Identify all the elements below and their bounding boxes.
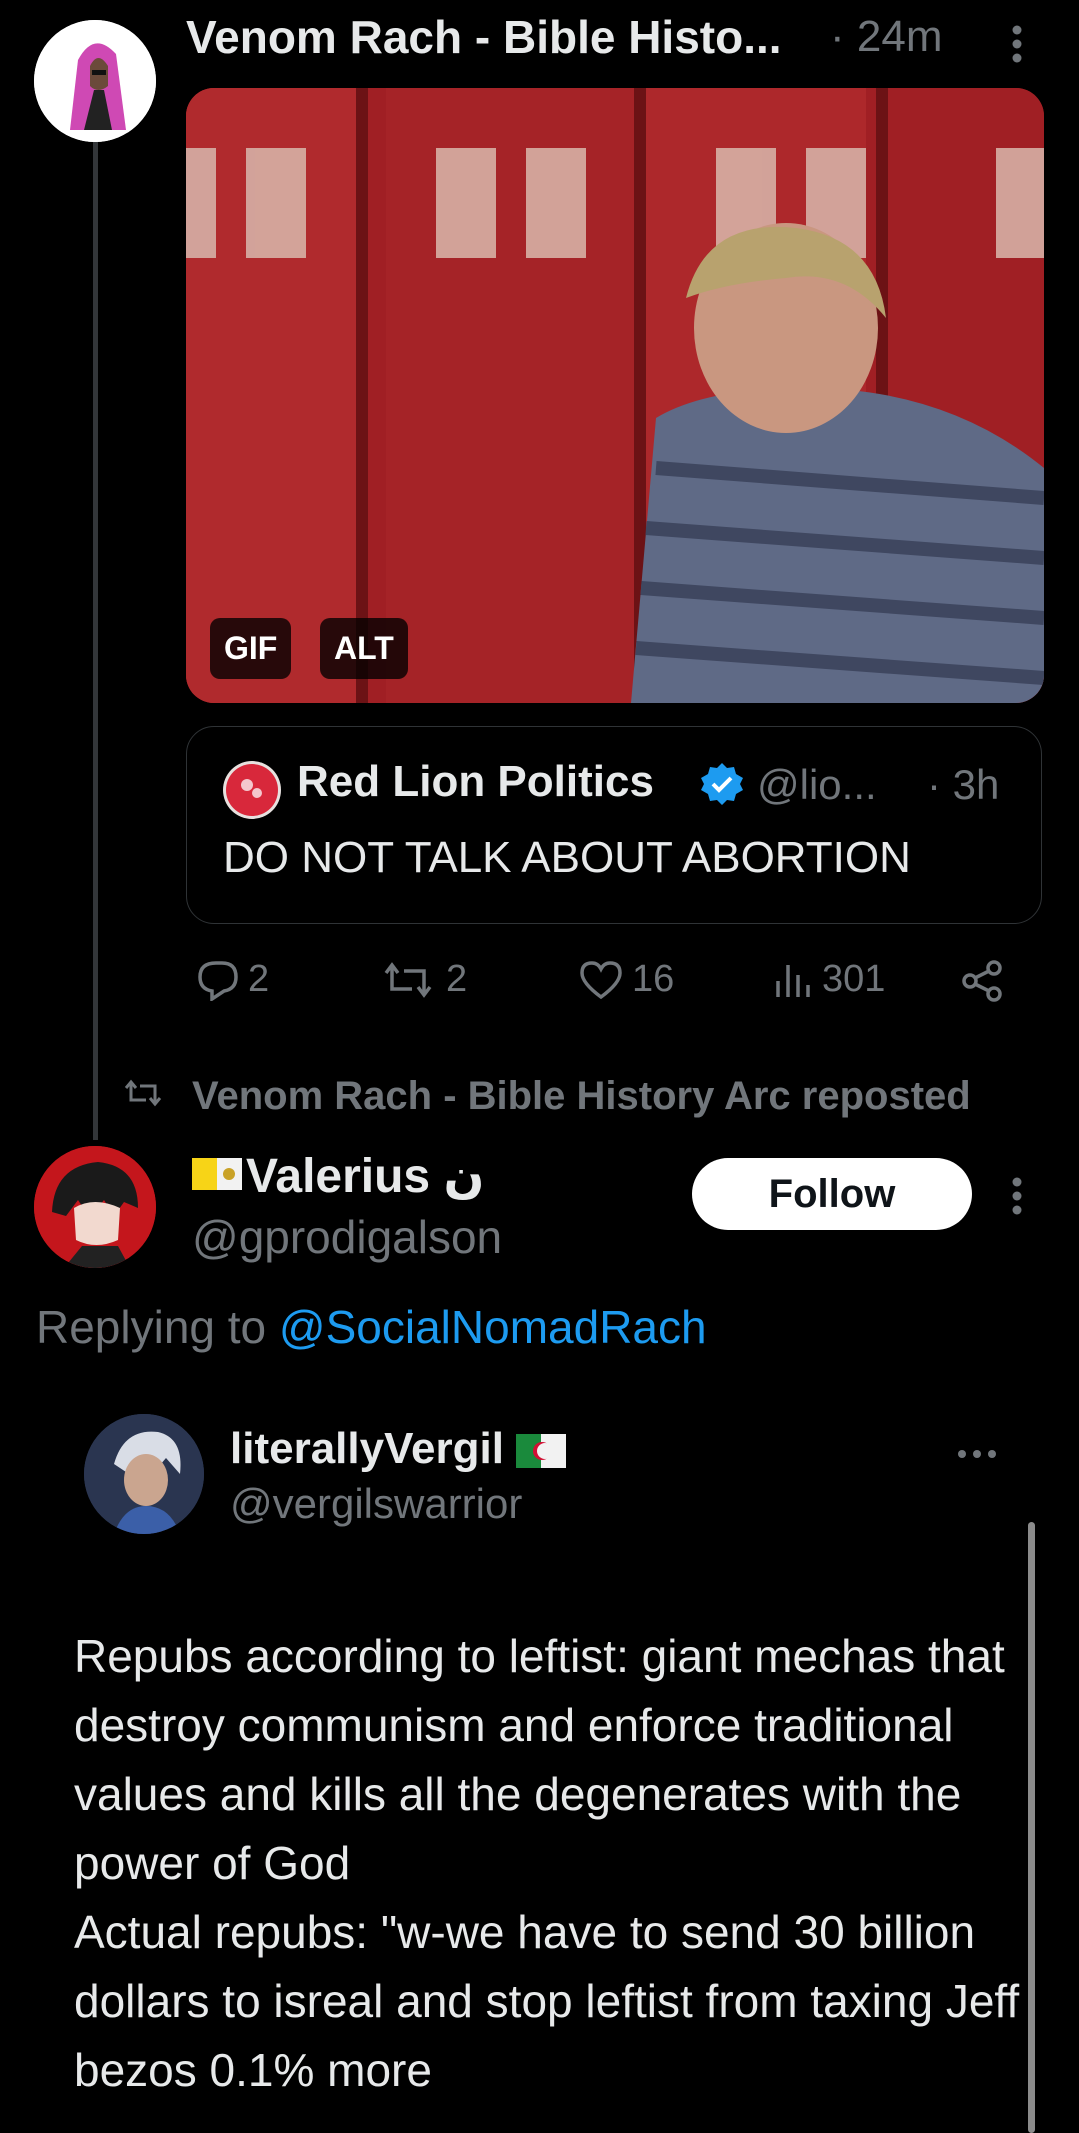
post-author-name[interactable]: Venom Rach - Bible Histo... (186, 10, 782, 64)
share-button[interactable] (960, 958, 1006, 1004)
reply-icon (198, 960, 238, 1001)
quote-timestamp: · 3h (927, 761, 1000, 808)
more-options-icon[interactable] (1002, 1174, 1032, 1218)
gif-frame-image (186, 88, 1044, 703)
replying-to: Replying to @SocialNomadRach (36, 1300, 707, 1354)
view-count: 301 (822, 958, 886, 1000)
post-author-name[interactable]: Valerius ن (246, 1148, 484, 1204)
repost-button[interactable]: 2 (378, 958, 467, 1001)
quote-author-name: Red Lion Politics (297, 757, 654, 806)
like-count: 16 (632, 958, 675, 1000)
views-icon (776, 964, 810, 997)
replying-to-handle-link[interactable]: @SocialNomadRach (279, 1301, 707, 1353)
post-media-gif[interactable]: GIF ALT (186, 88, 1044, 703)
post-author-handle[interactable]: @gprodigalson (192, 1210, 502, 1264)
quote-text: DO NOT TALK ABOUT ABORTION (223, 833, 911, 882)
alt-text-button[interactable]: ALT (320, 618, 408, 679)
repost-icon (384, 961, 432, 998)
like-button[interactable]: 16 (578, 958, 674, 1001)
more-options-icon (952, 1444, 1002, 1464)
reply-count: 2 (248, 958, 270, 1000)
avatar-image (34, 20, 156, 142)
thread-connector-line (93, 140, 98, 1140)
repost-banner-text[interactable]: Venom Rach - Bible History Arc reposted (192, 1074, 971, 1119)
scrollbar[interactable] (1028, 1522, 1035, 2133)
repost-indicator-icon (122, 1078, 164, 1113)
avatar[interactable] (34, 1146, 156, 1268)
repost-count: 2 (446, 958, 468, 1000)
embedded-post-text: Repubs according to leftist: giant mecha… (74, 1630, 1020, 2096)
avatar-image (34, 1146, 156, 1268)
replying-to-prefix: Replying to (36, 1301, 279, 1353)
quoted-post-card[interactable]: Red Lion Politics @lio... · 3h DO NOT TA… (186, 726, 1042, 924)
flag-icon (192, 1156, 242, 1192)
post-timestamp[interactable]: · 24m (830, 12, 942, 62)
embedded-author-handle: @vergilswarrior (230, 1480, 523, 1527)
reply-button[interactable]: 2 (196, 958, 269, 1001)
verified-badge-icon (699, 761, 745, 807)
quote-avatar (223, 761, 281, 819)
embedded-avatar (84, 1414, 204, 1534)
follow-button[interactable]: Follow (692, 1158, 972, 1230)
more-options-icon[interactable] (1002, 22, 1032, 66)
avatar[interactable] (34, 20, 156, 142)
gif-badge: GIF (210, 618, 292, 679)
quote-author-handle: @lio... (757, 761, 877, 808)
views-button[interactable]: 301 (772, 958, 885, 1001)
embedded-author-name: literallyVergil (230, 1424, 504, 1473)
share-icon (962, 960, 1002, 1002)
heart-icon (580, 960, 622, 999)
flag-icon (516, 1434, 566, 1468)
